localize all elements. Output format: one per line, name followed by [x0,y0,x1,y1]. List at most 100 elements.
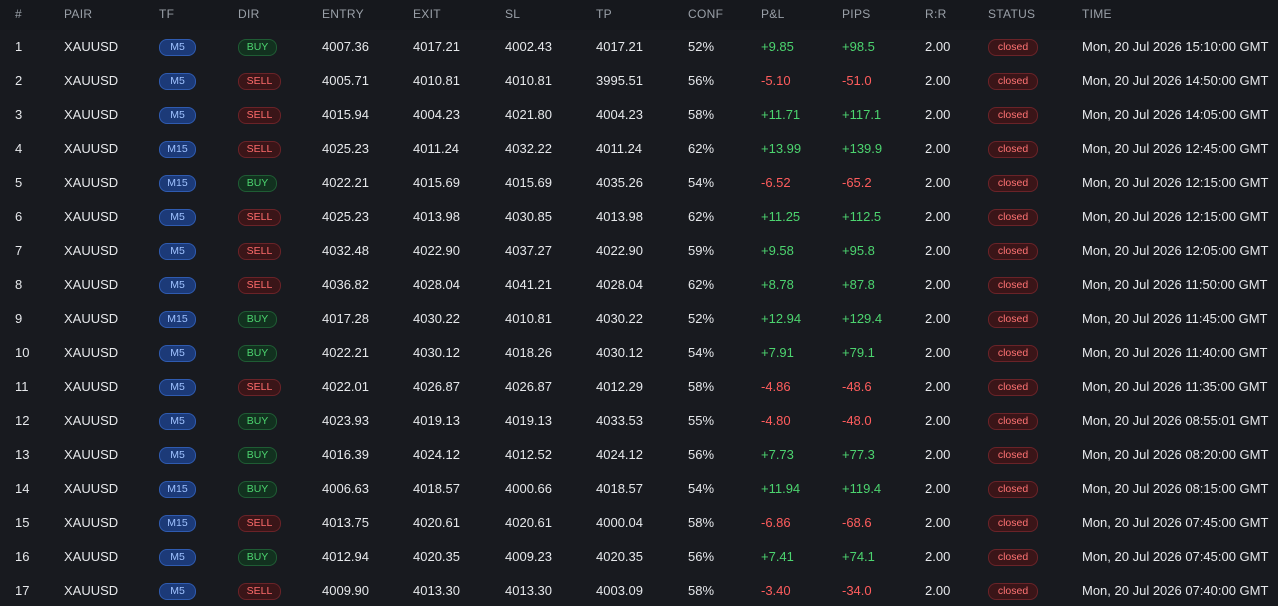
cell-pnl: +11.94 [761,481,801,496]
table-row[interactable]: 5 XAUUSD M15 BUY 4022.21 4015.69 4015.69 4035.2… [0,166,1278,201]
cell-sl: 4015.69 [505,175,552,190]
cell-num: 17 [15,583,30,598]
table-row[interactable]: 6 XAUUSD M5 SELL 4025.23 4013.98 4030.85 4013.9… [0,200,1278,235]
cell-conf: 56% [688,73,715,88]
table-row[interactable]: 7 XAUUSD M5 SELL 4032.48 4022.90 4037.27 4022.9… [0,234,1278,269]
cell-sl: 4012.52 [505,447,552,462]
header-rr[interactable]: R:R [925,0,947,28]
cell-rr: 2.00 [925,379,951,394]
cell-exit: 4030.12 [413,345,460,360]
table-row[interactable]: 9 XAUUSD M15 BUY 4017.28 4030.22 4010.81 4030.2… [0,302,1278,337]
table-row[interactable]: 14 XAUUSD M15 BUY 4006.63 4018.57 4000.66 4018.… [0,472,1278,507]
cell-exit: 4028.04 [413,277,460,292]
cell-pips: +139.9 [842,141,883,156]
table-row[interactable]: 10 XAUUSD M5 BUY 4022.21 4030.12 4018.26 4030.1… [0,336,1278,371]
header-pair[interactable]: PAIR [64,0,92,28]
cell-tp: 4000.04 [596,515,643,530]
table-row[interactable]: 11 XAUUSD M5 SELL 4022.01 4026.87 4026.87 4012.… [0,370,1278,405]
header-pnl[interactable]: P&L [761,0,785,28]
table-row[interactable]: 16 XAUUSD M5 BUY 4012.94 4020.35 4009.23 4020.3… [0,540,1278,575]
status-badge: closed [988,583,1038,600]
cell-tp: 4024.12 [596,447,643,462]
cell-exit: 4022.90 [413,243,460,258]
status-badge: closed [988,175,1038,192]
timeframe-badge: M5 [159,277,196,294]
cell-pair: XAUUSD [64,311,119,326]
cell-pips: -68.6 [842,515,872,530]
table-row[interactable]: 15 XAUUSD M15 SELL 4013.75 4020.61 4020.61 4000… [0,506,1278,541]
cell-pair: XAUUSD [64,73,119,88]
cell-tp: 4011.24 [596,141,643,156]
timeframe-badge: M5 [159,107,196,124]
table-row[interactable]: 2 XAUUSD M5 SELL 4005.71 4010.81 4010.81 3995.5… [0,64,1278,99]
cell-time: Mon, 20 Jul 2026 08:55:01 GMT [1082,413,1269,428]
table-row[interactable]: 13 XAUUSD M5 BUY 4016.39 4024.12 4012.52 4024.1… [0,438,1278,473]
cell-time: Mon, 20 Jul 2026 08:20:00 GMT [1082,447,1269,462]
cell-pips: +77.3 [842,447,875,462]
cell-time: Mon, 20 Jul 2026 12:15:00 GMT [1082,209,1269,224]
status-badge: closed [988,141,1038,158]
header-tp[interactable]: TP [596,0,612,28]
cell-pnl: +12.94 [761,311,802,326]
header-exit[interactable]: EXIT [413,0,441,28]
header-tf[interactable]: TF [159,0,174,28]
header-time[interactable]: TIME [1082,0,1112,28]
cell-rr: 2.00 [925,39,951,54]
cell-pips: -51.0 [842,73,872,88]
cell-exit: 4015.69 [413,175,460,190]
header-dir[interactable]: DIR [238,0,260,28]
cell-conf: 62% [688,209,715,224]
cell-sl: 4019.13 [505,413,552,428]
cell-exit: 4026.87 [413,379,460,394]
direction-badge: BUY [238,447,277,464]
cell-tp: 4030.22 [596,311,643,326]
table-row[interactable]: 4 XAUUSD M15 SELL 4025.23 4011.24 4032.22 4011.… [0,132,1278,167]
cell-num: 7 [15,243,23,258]
cell-pnl: -4.86 [761,379,791,394]
cell-time: Mon, 20 Jul 2026 07:40:00 GMT [1082,583,1269,598]
cell-num: 16 [15,549,30,564]
timeframe-badge: M5 [159,209,196,226]
table-row[interactable]: 3 XAUUSD M5 SELL 4015.94 4004.23 4021.80 4004.2… [0,98,1278,133]
header-sl[interactable]: SL [505,0,520,28]
cell-conf: 52% [688,311,715,326]
cell-pnl: +7.91 [761,345,794,360]
header-num[interactable]: # [15,0,22,28]
direction-badge: SELL [238,583,281,600]
timeframe-badge: M15 [159,515,196,532]
cell-tp: 4013.98 [596,209,643,224]
table-row[interactable]: 17 XAUUSD M5 SELL 4009.90 4013.30 4013.30 4003.… [0,574,1278,606]
cell-pair: XAUUSD [64,277,119,292]
trade-history-table: # PAIR TF DIR ENTRY EXIT SL TP CONF P&L … [0,0,1278,606]
cell-rr: 2.00 [925,515,951,530]
table-row[interactable]: 1 XAUUSD M5 BUY 4007.36 4017.21 4002.43 4017.21… [0,30,1278,65]
cell-sl: 4018.26 [505,345,552,360]
table-row[interactable]: 8 XAUUSD M5 SELL 4036.82 4028.04 4041.21 4028.0… [0,268,1278,303]
cell-exit: 4020.61 [413,515,460,530]
table-row[interactable]: 12 XAUUSD M5 BUY 4023.93 4019.13 4019.13 4033.5… [0,404,1278,439]
cell-entry: 4036.82 [322,277,369,292]
cell-pair: XAUUSD [64,209,119,224]
cell-pair: XAUUSD [64,107,119,122]
status-badge: closed [988,481,1038,498]
cell-pnl: +9.85 [761,39,794,54]
cell-pair: XAUUSD [64,447,119,462]
header-conf[interactable]: CONF [688,0,723,28]
cell-rr: 2.00 [925,583,951,598]
cell-rr: 2.00 [925,141,951,156]
timeframe-badge: M5 [159,243,196,260]
cell-pips: +87.8 [842,277,875,292]
header-entry[interactable]: ENTRY [322,0,364,28]
cell-sl: 4000.66 [505,481,552,496]
status-badge: closed [988,379,1038,396]
cell-num: 1 [15,39,23,54]
cell-tp: 4020.35 [596,549,643,564]
cell-time: Mon, 20 Jul 2026 12:05:00 GMT [1082,243,1269,258]
direction-badge: SELL [238,73,281,90]
cell-pair: XAUUSD [64,379,119,394]
direction-badge: SELL [238,277,281,294]
cell-num: 8 [15,277,23,292]
header-status[interactable]: STATUS [988,0,1035,28]
status-badge: closed [988,549,1038,566]
header-pips[interactable]: PIPS [842,0,871,28]
